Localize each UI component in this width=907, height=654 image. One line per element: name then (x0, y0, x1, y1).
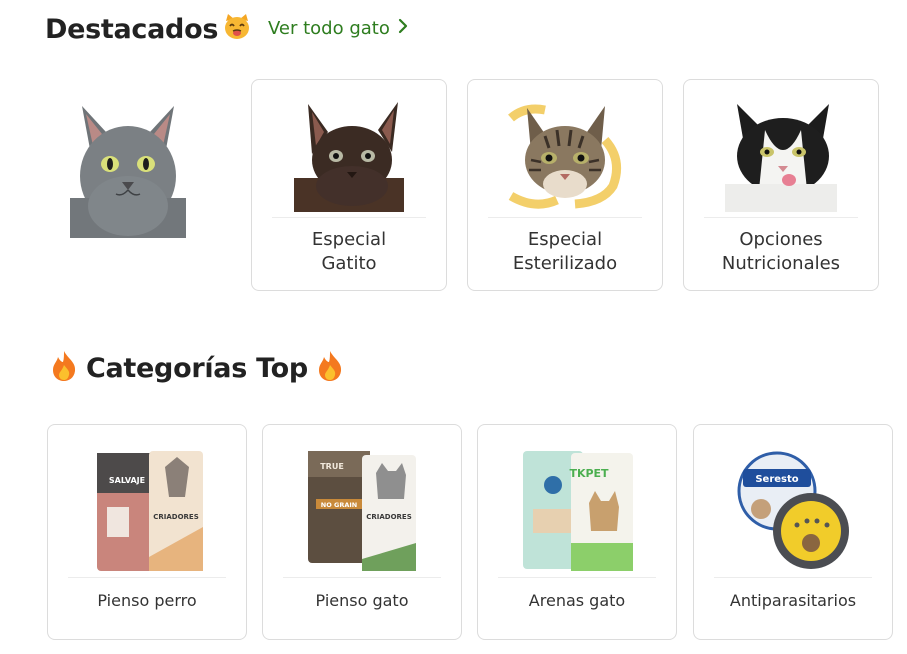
card-label: Pienso gato (315, 591, 409, 610)
svg-text:TRUE: TRUE (320, 462, 344, 471)
featured-heading: Destacados (45, 12, 252, 46)
card-divider (272, 217, 426, 218)
category-card-arenas-gato[interactable]: TKPET Arenas gato (477, 424, 677, 640)
svg-text:TKPET: TKPET (569, 467, 609, 480)
cat-emoji-icon (222, 12, 252, 46)
cat-litter-bags-image: TKPET (478, 447, 676, 575)
category-card-pienso-perro[interactable]: SALVAJE CRIADORES Pienso perro (47, 424, 247, 640)
kitten-image (252, 100, 446, 212)
black-white-cat-image (684, 100, 878, 212)
tabby-cat-image (468, 100, 662, 212)
card-divider (704, 217, 858, 218)
fire-emoji-icon (50, 350, 78, 386)
dog-food-bags-image: SALVAJE CRIADORES (48, 447, 246, 575)
card-divider (714, 577, 872, 578)
card-divider (68, 577, 226, 578)
flea-collar-image: Seresto (694, 447, 892, 575)
chevron-right-icon (398, 18, 408, 39)
svg-text:NO GRAIN: NO GRAIN (321, 501, 357, 509)
featured-card-especial-esterilizado[interactable]: Especial Esterilizado (467, 79, 663, 291)
card-divider (283, 577, 441, 578)
cat-food-bags-image: TRUE NO GRAIN CRIADORES (263, 447, 461, 575)
featured-title: Destacados (45, 13, 219, 45)
card-label: Opciones Nutricionales (721, 229, 841, 274)
see-all-label: Ver todo gato (268, 18, 390, 39)
svg-text:Seresto: Seresto (755, 474, 798, 485)
fire-emoji-icon (316, 350, 344, 386)
category-card-pienso-gato[interactable]: TRUE NO GRAIN CRIADORES Pienso gato (262, 424, 462, 640)
svg-text:CRIADORES: CRIADORES (366, 513, 412, 521)
featured-card-especial-gatito[interactable]: Especial Gatito (251, 79, 447, 291)
card-divider (498, 577, 656, 578)
svg-text:SALVAJE: SALVAJE (109, 476, 145, 485)
top-categories-title: Categorías Top (86, 352, 308, 384)
card-label: Especial Gatito (311, 229, 387, 274)
category-card-antiparasitarios[interactable]: Seresto Antiparasitarios (693, 424, 893, 640)
card-label: Pienso perro (97, 591, 197, 610)
see-all-cat-link[interactable]: Ver todo gato (268, 18, 408, 39)
card-divider (488, 217, 642, 218)
svg-text:CRIADORES: CRIADORES (153, 513, 199, 521)
card-label: Arenas gato (528, 591, 626, 610)
card-label: Antiparasitarios (729, 591, 857, 610)
featured-promo-image[interactable] (66, 98, 190, 238)
top-categories-heading: Categorías Top (50, 350, 344, 386)
card-label: Especial Esterilizado (512, 229, 618, 274)
featured-card-opciones-nutricionales[interactable]: Opciones Nutricionales (683, 79, 879, 291)
